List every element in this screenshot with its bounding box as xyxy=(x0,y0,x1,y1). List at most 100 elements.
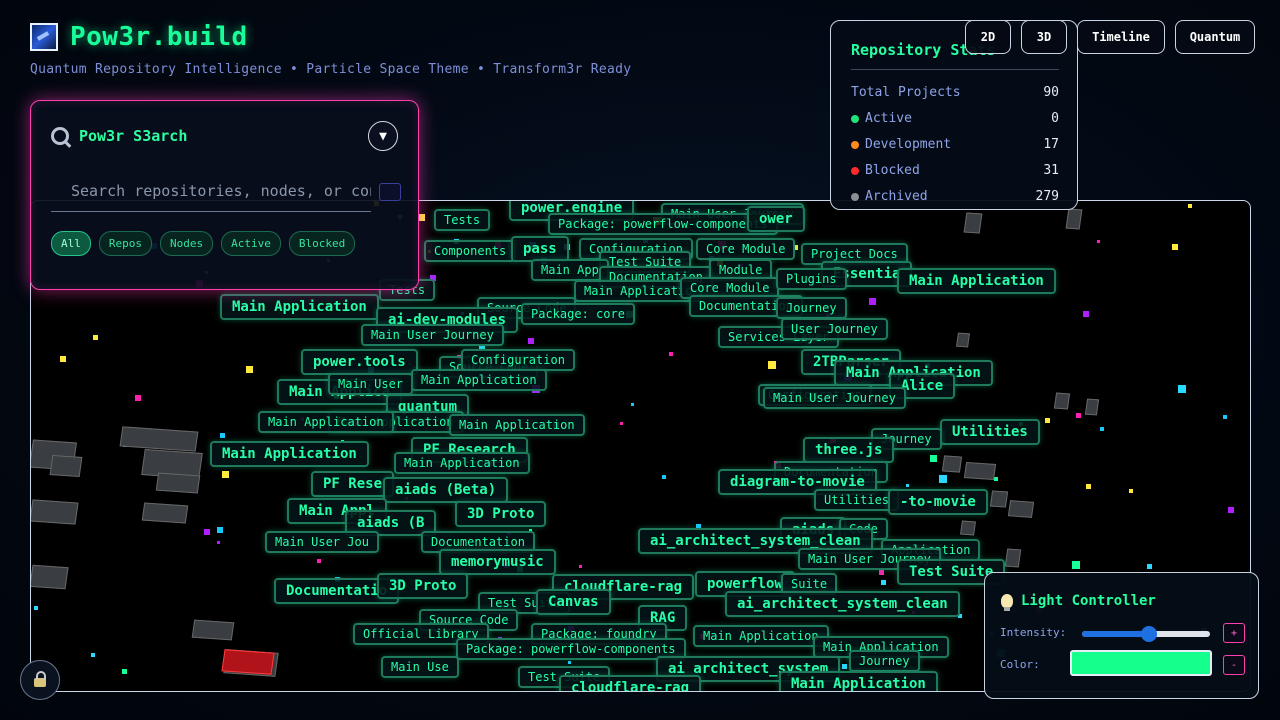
repository-node-label[interactable]: Plugins xyxy=(776,268,847,290)
repository-node-label[interactable]: Main Application xyxy=(693,625,829,647)
repository-cube[interactable] xyxy=(960,520,976,536)
repository-node-label[interactable]: 3D Proto xyxy=(455,501,547,527)
repository-node-label[interactable]: 3D Proto xyxy=(377,573,469,599)
repository-cube[interactable] xyxy=(49,454,83,478)
repository-node-label[interactable]: aiads (Beta) xyxy=(383,477,509,503)
repository-node-label[interactable]: Canvas xyxy=(536,589,611,615)
repository-node-label[interactable]: Core Module xyxy=(696,238,796,260)
repository-cube[interactable] xyxy=(989,490,1009,508)
repository-node-label[interactable]: ower xyxy=(747,206,805,232)
repository-cube[interactable] xyxy=(963,461,997,481)
repository-cube[interactable] xyxy=(956,332,970,348)
particle xyxy=(620,422,623,425)
stat-value: 279 xyxy=(1035,189,1059,204)
repository-cube[interactable] xyxy=(31,499,79,525)
repository-node-label[interactable]: User Journey xyxy=(781,318,888,340)
repository-node-label[interactable]: Main User Journey xyxy=(361,324,504,346)
repository-node-label[interactable]: Main User xyxy=(328,373,414,395)
stats-divider xyxy=(851,69,1059,70)
view-mode-button-quantum[interactable]: Quantum xyxy=(1175,20,1255,54)
search-panel: Pow3r S3arch ▼ All Repos Nodes Active Blocke… xyxy=(30,100,419,290)
particle xyxy=(220,433,225,438)
repository-cube[interactable] xyxy=(119,426,199,452)
color-picker[interactable] xyxy=(1070,650,1212,676)
particle xyxy=(222,471,229,478)
repository-node-label[interactable]: Main Application xyxy=(394,452,530,474)
repository-node-label[interactable]: Main Application xyxy=(897,268,1056,294)
particle xyxy=(1076,413,1081,418)
repository-node-label[interactable]: Components xyxy=(424,240,517,262)
repository-node-label[interactable]: Main Application xyxy=(210,441,369,467)
repository-node-label[interactable]: Main Application xyxy=(449,414,585,436)
repository-cube[interactable] xyxy=(1007,500,1035,518)
repository-node-label[interactable]: Journey xyxy=(849,650,920,672)
repository-cube[interactable] xyxy=(31,564,69,590)
repository-node-label[interactable]: Utilities xyxy=(940,419,1040,445)
stat-value: 0 xyxy=(1051,111,1059,126)
repository-node-label[interactable]: -to-movie xyxy=(888,489,988,515)
lightbulb-icon xyxy=(1001,594,1013,611)
repository-node-label[interactable]: power.tools xyxy=(301,349,418,375)
repository-node-label[interactable]: Main Application xyxy=(220,294,379,320)
repository-node-label[interactable]: Package: powerflow-components xyxy=(548,213,778,235)
particle xyxy=(1223,415,1227,419)
view-mode-button-timeline[interactable]: Timeline xyxy=(1077,20,1165,54)
repository-node-label[interactable]: cloudflare-rag xyxy=(559,675,702,691)
filter-chip-nodes[interactable]: Nodes xyxy=(160,231,214,256)
repository-node-label[interactable]: Main Use xyxy=(381,656,459,678)
repository-cube[interactable] xyxy=(1004,548,1022,568)
repository-node-label[interactable]: ai_architect_system_clean xyxy=(725,591,960,617)
repository-node-label[interactable]: Main User Jou xyxy=(265,531,379,553)
collapse-search-button[interactable]: ▼ xyxy=(368,121,398,151)
repository-node-label[interactable]: Package: powerflow-components xyxy=(456,638,686,660)
repository-node-label[interactable]: PF Rese xyxy=(311,471,395,497)
particle xyxy=(669,352,673,356)
repository-node-label[interactable]: Utilities xyxy=(814,489,900,511)
intensity-slider-handle[interactable] xyxy=(1140,626,1157,642)
decrease-intensity-button[interactable]: - xyxy=(1223,655,1245,675)
filter-chip-all[interactable]: All xyxy=(51,231,91,256)
filter-chip-repos[interactable]: Repos xyxy=(98,231,152,256)
repository-node-label[interactable]: Main Application xyxy=(779,671,938,691)
repository-node-label[interactable]: Package: core xyxy=(521,303,635,325)
repository-node-label[interactable]: Main User Journey xyxy=(763,387,906,409)
search-input[interactable] xyxy=(51,171,371,212)
stat-row: Blocked 31 xyxy=(851,163,1059,178)
repository-cube[interactable] xyxy=(1084,398,1100,416)
blocked-repository-cube[interactable] xyxy=(221,649,275,675)
view-mode-button-3d[interactable]: 3D xyxy=(1021,20,1067,54)
repository-node-label[interactable]: Main Application xyxy=(411,369,547,391)
repository-node-label[interactable]: Configuration xyxy=(461,349,575,371)
view-mode-button-2d[interactable]: 2D xyxy=(965,20,1011,54)
increase-intensity-button[interactable]: + xyxy=(1223,623,1245,643)
stat-label: Active xyxy=(851,111,912,126)
particle xyxy=(1045,418,1050,423)
intensity-slider[interactable] xyxy=(1082,626,1210,642)
repository-cube[interactable] xyxy=(191,619,235,641)
repository-cube[interactable] xyxy=(141,502,189,524)
repository-node-label[interactable]: memorymusic xyxy=(439,549,556,575)
repository-node-label[interactable]: Main Application xyxy=(258,411,394,433)
stat-row: Active 0 xyxy=(851,111,1059,126)
repository-cube[interactable] xyxy=(941,455,963,473)
app-header: Pow3r.build Quantum Repository Intellige… xyxy=(30,22,631,77)
search-icon xyxy=(51,127,69,145)
repository-cube[interactable] xyxy=(963,212,983,234)
filter-chip-active[interactable]: Active xyxy=(221,231,281,256)
repository-node-label[interactable]: Journey xyxy=(776,297,847,319)
repository-node-label[interactable]: Main App xyxy=(531,259,609,281)
filter-chip-blocked[interactable]: Blocked xyxy=(288,231,356,256)
lock-button[interactable] xyxy=(20,660,60,700)
particle xyxy=(135,395,141,401)
repository-cube[interactable] xyxy=(1065,208,1083,230)
search-title: Pow3r S3arch xyxy=(79,127,188,145)
app-subtitle: Quantum Repository Intelligence • Partic… xyxy=(30,62,632,77)
repository-node-label[interactable]: Tests xyxy=(434,209,491,231)
repository-cube[interactable] xyxy=(155,472,201,494)
repository-node-label[interactable]: three.js xyxy=(803,437,895,463)
repository-cube[interactable] xyxy=(1053,392,1071,410)
light-controller-title: Light Controller xyxy=(1021,593,1156,609)
particle xyxy=(906,484,909,487)
stat-label: Archived xyxy=(851,189,928,204)
search-submit-button[interactable] xyxy=(379,183,401,201)
